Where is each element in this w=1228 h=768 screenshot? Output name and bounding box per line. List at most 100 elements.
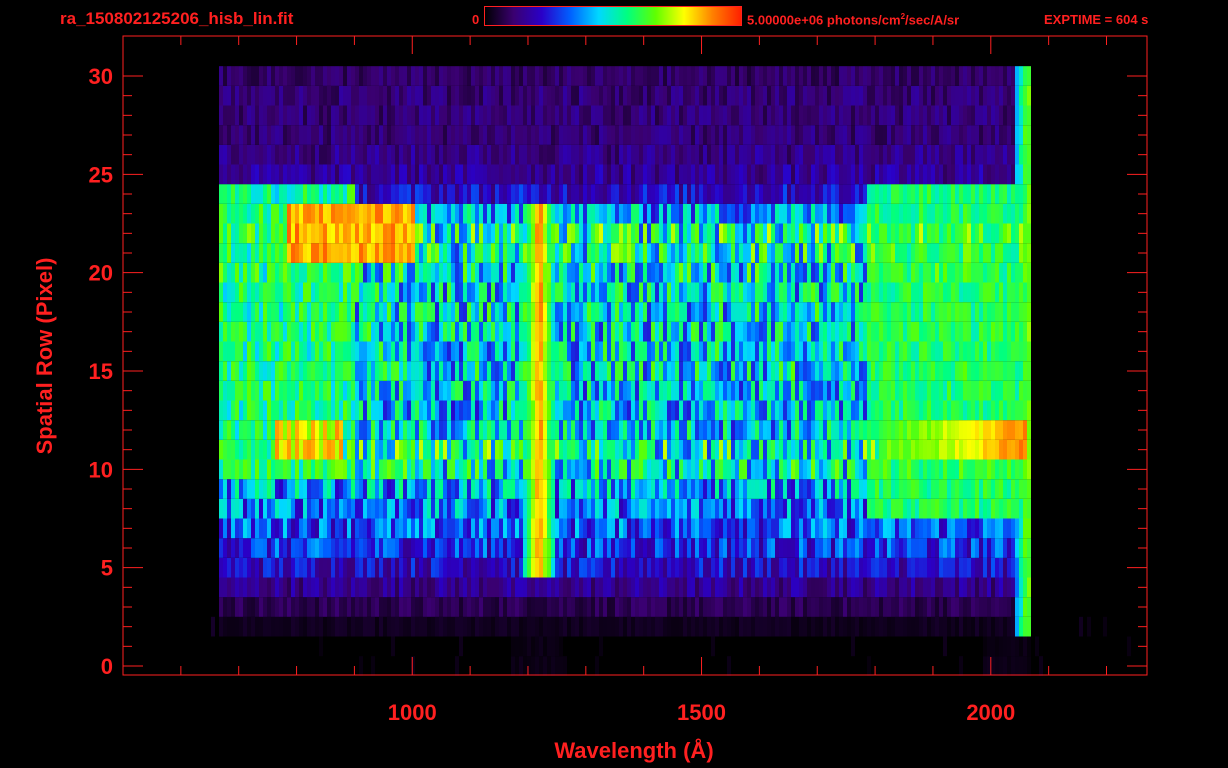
heatmap-cell (875, 616, 879, 637)
heatmap-cell (859, 577, 863, 598)
heatmap-cell (235, 420, 239, 440)
heatmap-cell (247, 400, 251, 421)
heatmap-cell (427, 380, 431, 401)
heatmap-cell (375, 321, 379, 342)
heatmap-cell (223, 341, 227, 362)
heatmap-cell (411, 420, 415, 440)
heatmap-cell (823, 400, 827, 421)
heatmap-cell (879, 262, 883, 283)
heatmap-cell (487, 420, 491, 440)
heatmap-cell (731, 262, 735, 283)
heatmap-cell (335, 184, 339, 204)
heatmap-cell (575, 459, 579, 480)
heatmap-cell (299, 557, 303, 578)
heatmap-cell (663, 498, 667, 519)
heatmap-cell (307, 243, 311, 263)
heatmap-cell (927, 262, 931, 283)
heatmap-cell (855, 400, 859, 421)
heatmap-cell (995, 341, 999, 362)
heatmap-cell (435, 400, 439, 421)
heatmap-cell (307, 400, 311, 421)
heatmap-cell (339, 223, 343, 244)
heatmap-cell (355, 538, 359, 558)
heatmap-cell (239, 361, 243, 381)
heatmap-cell (619, 557, 623, 578)
heatmap-cell (643, 479, 647, 499)
heatmap-cell (715, 420, 719, 440)
heatmap-cell (475, 616, 479, 637)
heatmap-cell (479, 616, 483, 637)
heatmap-cell (323, 557, 327, 578)
heatmap-cell (755, 557, 759, 578)
heatmap-cell (255, 321, 259, 342)
heatmap-cell (595, 321, 599, 342)
heatmap-cell (339, 577, 343, 598)
heatmap-cell (875, 400, 879, 421)
heatmap-cell (563, 341, 567, 362)
heatmap-cell (623, 321, 627, 342)
heatmap-cell (943, 321, 947, 342)
heatmap-cell (851, 459, 855, 480)
heatmap-cell (895, 184, 899, 204)
heatmap-cell (611, 538, 615, 558)
heatmap-cell (459, 498, 463, 519)
heatmap-cell (839, 223, 843, 244)
heatmap-cell (815, 361, 819, 381)
heatmap-cell (315, 144, 319, 165)
heatmap-cell (399, 341, 403, 362)
heatmap-cell (1103, 616, 1107, 637)
heatmap-cell (919, 184, 923, 204)
heatmap-cell (347, 420, 351, 440)
heatmap-cell (983, 636, 987, 657)
heatmap-cell (611, 223, 615, 244)
heatmap-cell (351, 577, 355, 598)
heatmap-cell (347, 400, 351, 421)
heatmap-cell (623, 243, 627, 263)
heatmap-cell (875, 577, 879, 598)
heatmap-cell (883, 557, 887, 578)
heatmap-cell (739, 262, 743, 283)
heatmap-cell (619, 341, 623, 362)
heatmap-cell (919, 557, 923, 578)
heatmap-cell (1007, 597, 1011, 617)
heatmap-cell (611, 518, 615, 539)
heatmap-cell (999, 243, 1003, 263)
heatmap-cell (251, 361, 255, 381)
heatmap-cell (507, 479, 511, 499)
heatmap-cell (547, 656, 551, 676)
heatmap-cell (675, 203, 679, 224)
heatmap-cell (1027, 656, 1031, 676)
heatmap-cell (259, 597, 263, 617)
heatmap-cell (427, 420, 431, 440)
heatmap-cell (467, 439, 471, 460)
heatmap-cell (579, 184, 583, 204)
heatmap-cell (343, 538, 347, 558)
heatmap-cell (803, 380, 807, 401)
heatmap-cell (559, 361, 563, 381)
heatmap-cell (903, 459, 907, 480)
heatmap-cell (595, 164, 599, 185)
heatmap-cell (863, 203, 867, 224)
heatmap-cell (519, 616, 523, 637)
heatmap-cell (407, 577, 411, 598)
heatmap-cell (727, 380, 731, 401)
heatmap-cell (943, 380, 947, 401)
heatmap-cell (731, 498, 735, 519)
heatmap-cell (491, 321, 495, 342)
heatmap-cell (427, 459, 431, 480)
heatmap-cell (279, 459, 283, 480)
heatmap-cell (475, 164, 479, 185)
heatmap-cell (859, 616, 863, 637)
heatmap-cell (311, 479, 315, 499)
heatmap-cell (943, 459, 947, 480)
heatmap-cell (911, 282, 915, 303)
heatmap-cell (711, 243, 715, 263)
heatmap-cell (315, 597, 319, 617)
heatmap-cell (319, 518, 323, 539)
heatmap-cell (691, 243, 695, 263)
heatmap-cell (899, 341, 903, 362)
heatmap-cell (239, 262, 243, 283)
heatmap-cell (687, 597, 691, 617)
heatmap-cell (307, 184, 311, 204)
heatmap-cell (495, 479, 499, 499)
